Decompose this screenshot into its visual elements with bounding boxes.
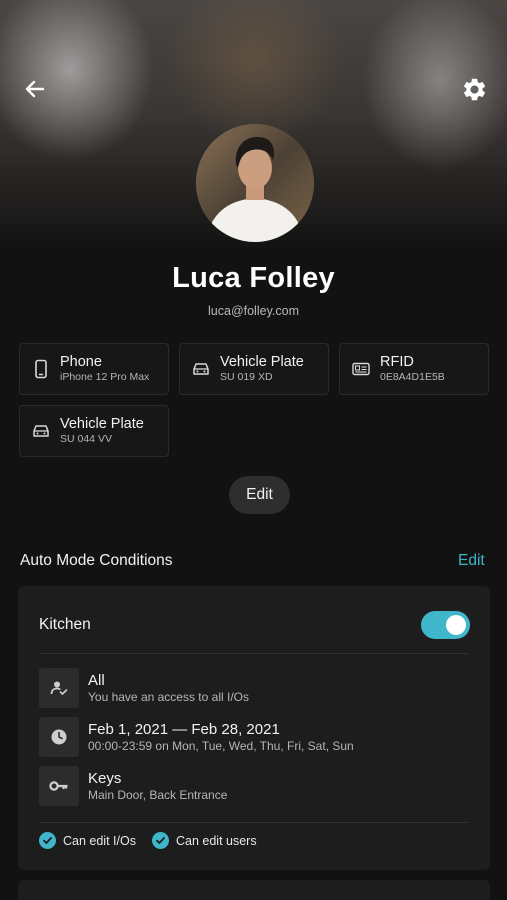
condition-row-subtitle: You have an access to all I/Os [88,689,249,704]
edit-conditions-link[interactable]: Edit [458,552,485,570]
divider [39,653,468,654]
phone-icon [30,358,52,380]
toggle-knob [446,615,466,635]
divider [39,822,468,823]
auto-mode-toggle[interactable] [421,611,470,639]
condition-row-title: Feb 1, 2021 — Feb 28, 2021 [88,720,280,738]
credential-subtitle: iPhone 12 Pro Max [60,371,150,383]
profile-name: Luca Folley [172,262,335,294]
car-icon [190,358,212,380]
condition-row-title: All [88,671,105,689]
id-card-icon [350,358,372,380]
credential-card-phone[interactable]: Phone iPhone 12 Pro Max [19,343,169,395]
condition-row-subtitle: Main Door, Back Entrance [88,787,228,802]
credential-card-vehicle-plate[interactable]: Vehicle Plate SU 044 VV [19,405,169,457]
checkmark-icon [39,832,56,849]
back-button[interactable] [15,69,55,109]
condition-card: Kitchen All You have an access to all I/… [18,586,490,870]
settings-button[interactable] [454,69,494,109]
user-check-icon [39,668,79,708]
section-title: Auto Mode Conditions [20,552,173,569]
credential-title: Phone [60,354,102,370]
car-icon [30,420,52,442]
key-icon [39,766,79,806]
permission-edit-users: Can edit users [152,832,257,849]
credential-title: Vehicle Plate [60,416,144,432]
clock-icon [39,717,79,757]
credential-card-vehicle-plate[interactable]: Vehicle Plate SU 019 XD [179,343,329,395]
condition-row-keys: Keys Main Door, Back Entrance [39,766,227,806]
condition-row-access: All You have an access to all I/Os [39,668,249,708]
profile-email: luca@folley.com [208,304,299,318]
condition-card-title: Kitchen [39,616,91,633]
permission-label: Can edit I/Os [63,833,136,848]
credential-title: Vehicle Plate [220,354,304,370]
gear-icon [463,78,485,100]
condition-row-subtitle: 00:00-23:59 on Mon, Tue, Wed, Thu, Fri, … [88,738,354,753]
credential-card-rfid[interactable]: RFID 0E8A4D1E5B [339,343,489,395]
profile-photo [196,124,314,242]
credential-subtitle: SU 044 VV [60,433,112,445]
next-condition-card [18,880,490,900]
credential-subtitle: 0E8A4D1E5B [380,371,445,383]
edit-profile-button[interactable]: Edit [229,476,290,514]
arrow-left-icon [25,80,45,98]
credential-title: RFID [380,354,414,370]
credential-subtitle: SU 019 XD [220,371,273,383]
condition-row-title: Keys [88,769,122,787]
condition-row-schedule: Feb 1, 2021 — Feb 28, 2021 00:00-23:59 o… [39,717,354,757]
permission-edit-ios: Can edit I/Os [39,832,136,849]
permission-label: Can edit users [176,833,257,848]
checkmark-icon [152,832,169,849]
avatar [196,124,314,242]
